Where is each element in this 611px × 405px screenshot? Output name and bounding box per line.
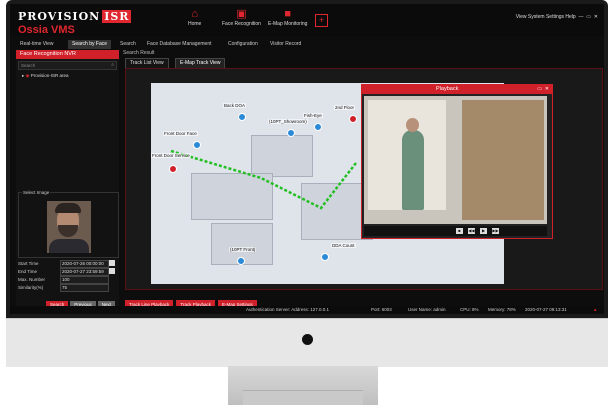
- playback-title: Playback: [436, 86, 459, 92]
- select-image-label: Select Image: [22, 190, 51, 195]
- camera-pin-front-door-face[interactable]: [193, 141, 201, 149]
- webcam-dot: [302, 334, 313, 345]
- search-icon[interactable]: ⌕: [111, 62, 114, 69]
- stop-icon[interactable]: ■: [456, 228, 463, 234]
- main-tabs: Real-time View Search by Face Search Fac…: [10, 40, 604, 49]
- map-label: Back DOA: [223, 103, 247, 108]
- map-label: Front Door Service: [151, 153, 191, 158]
- device-search-input[interactable]: Search ⌕: [18, 61, 117, 70]
- map-label: DDA Count: [331, 243, 356, 248]
- camera-pin-front[interactable]: [237, 257, 245, 265]
- end-time-input[interactable]: 2020-07-27 23:59:59: [60, 268, 109, 276]
- tab-configuration[interactable]: Configuration: [224, 40, 262, 49]
- map-label: (10PT_Showroom): [268, 119, 308, 124]
- playback-controls: ■ ◀◀ ▶ ▶▶: [364, 226, 547, 236]
- face-recognition-icon: ▣: [236, 8, 247, 20]
- device-icon: ◉: [25, 73, 30, 78]
- emap-view: Back DOA (10PT_Showroom) Fish-Eye 2nd Fl…: [125, 68, 603, 290]
- camera-pin-2nd-floor[interactable]: [349, 115, 357, 123]
- camera-pin-back-dda[interactable]: [238, 113, 246, 121]
- monitor-frame: PROVISION ISR Ossia VMS ⌂ Home ▣ Face Rec…: [6, 0, 608, 318]
- map-label: (10PT Front): [229, 247, 257, 252]
- tab-realtime-view[interactable]: Real-time View: [16, 40, 58, 49]
- minimize-icon[interactable]: —: [577, 14, 585, 20]
- home-icon: ⌂: [191, 8, 198, 20]
- select-image-panel: Select Image: [18, 190, 119, 258]
- person-figure: [402, 130, 424, 210]
- expand-icon[interactable]: ▸: [22, 73, 24, 78]
- close-icon[interactable]: ✕: [545, 86, 549, 92]
- start-time-field: Start Time 2020-07-26 00:00:00: [18, 260, 117, 268]
- similarity-field: Similarity(%) 75: [18, 284, 117, 292]
- map-label: Fish-Eye: [303, 113, 323, 118]
- tab-search[interactable]: Search: [116, 40, 140, 49]
- search-result-label: Search Result: [123, 50, 155, 56]
- nav-home[interactable]: ⌂ Home: [188, 8, 201, 27]
- sidebar-title: Face Recognition NVR: [16, 50, 119, 59]
- camera-pin-showroom[interactable]: [287, 129, 295, 137]
- camera-pin-dda-count[interactable]: [321, 253, 329, 261]
- end-time-field: End Time 2020-07-27 23:59:59: [18, 268, 117, 276]
- status-port: Port: 6003: [371, 307, 392, 312]
- camera-icon: ■: [284, 8, 292, 20]
- sidebar: Face Recognition NVR Search ⌕ ▸ ◉ Provis…: [16, 50, 119, 310]
- calendar-icon[interactable]: [109, 260, 115, 266]
- app-window: PROVISION ISR Ossia VMS ⌂ Home ▣ Face Rec…: [10, 4, 604, 314]
- tab-visitor-record[interactable]: Visitor Record: [266, 40, 305, 49]
- status-bar: Authentication Server: Address: 127.0.0.…: [10, 306, 604, 314]
- maximize-icon[interactable]: ▭: [537, 86, 542, 92]
- fast-forward-icon[interactable]: ▶▶: [492, 228, 499, 234]
- logo: PROVISION ISR: [18, 10, 132, 23]
- nav-emap-monitoring[interactable]: ■ E-Map Monitoring: [268, 8, 307, 27]
- status-memory: Memory: 78%: [488, 307, 516, 312]
- calendar-icon[interactable]: [109, 268, 115, 274]
- start-time-input[interactable]: 2020-07-26 00:00:00: [60, 260, 109, 268]
- close-icon[interactable]: ✕: [594, 14, 598, 20]
- tab-face-database[interactable]: Face Database Management: [143, 40, 215, 49]
- tab-search-by-face[interactable]: Search by Face: [68, 40, 112, 49]
- alarm-icon[interactable]: ▲: [593, 306, 597, 314]
- restore-icon[interactable]: ▭: [586, 14, 592, 20]
- app-name: Ossia VMS: [18, 24, 75, 36]
- tree-item-area[interactable]: ▸ ◉ Provision-ISR area: [16, 72, 119, 79]
- max-number-field: Max. Number 100: [18, 276, 117, 284]
- status-cpu: CPU: 8%: [460, 307, 479, 312]
- status-user: User Name: admin: [408, 307, 446, 312]
- nav-face-recognition[interactable]: ▣ Face Recognition: [222, 8, 261, 27]
- monitor-stand: [228, 366, 378, 405]
- max-number-input[interactable]: 100: [60, 276, 109, 284]
- monitor-chin: [6, 318, 608, 367]
- map-label: Front Door Face: [163, 131, 198, 136]
- camera-pin-fish-eye[interactable]: [314, 123, 322, 131]
- brand: PROVISION ISR Ossia VMS: [18, 10, 132, 36]
- rewind-icon[interactable]: ◀◀: [468, 228, 475, 234]
- search-result-panel: Search Result Track List View E-Map Trac…: [121, 50, 604, 312]
- similarity-input[interactable]: 75: [60, 284, 109, 292]
- system-menu[interactable]: View System Settings Help — ▭ ✕: [516, 14, 598, 20]
- add-view-button[interactable]: +: [315, 14, 328, 27]
- map-label: 2nd Floor: [334, 105, 356, 110]
- playback-video[interactable]: [364, 96, 547, 224]
- camera-pin-front-door-service[interactable]: [169, 165, 177, 173]
- face-thumbnail[interactable]: [47, 201, 91, 253]
- status-datetime: 2020-07-27 09:13:31: [525, 307, 567, 312]
- playback-window: Playback ▭ ✕ ■ ◀◀ ▶ ▶▶: [361, 84, 553, 239]
- status-server: Authentication Server: Address: 127.0.0.…: [246, 307, 330, 312]
- playback-header: Playback ▭ ✕: [362, 85, 552, 94]
- play-icon[interactable]: ▶: [480, 228, 487, 234]
- top-bar: PROVISION ISR Ossia VMS ⌂ Home ▣ Face Rec…: [10, 4, 604, 36]
